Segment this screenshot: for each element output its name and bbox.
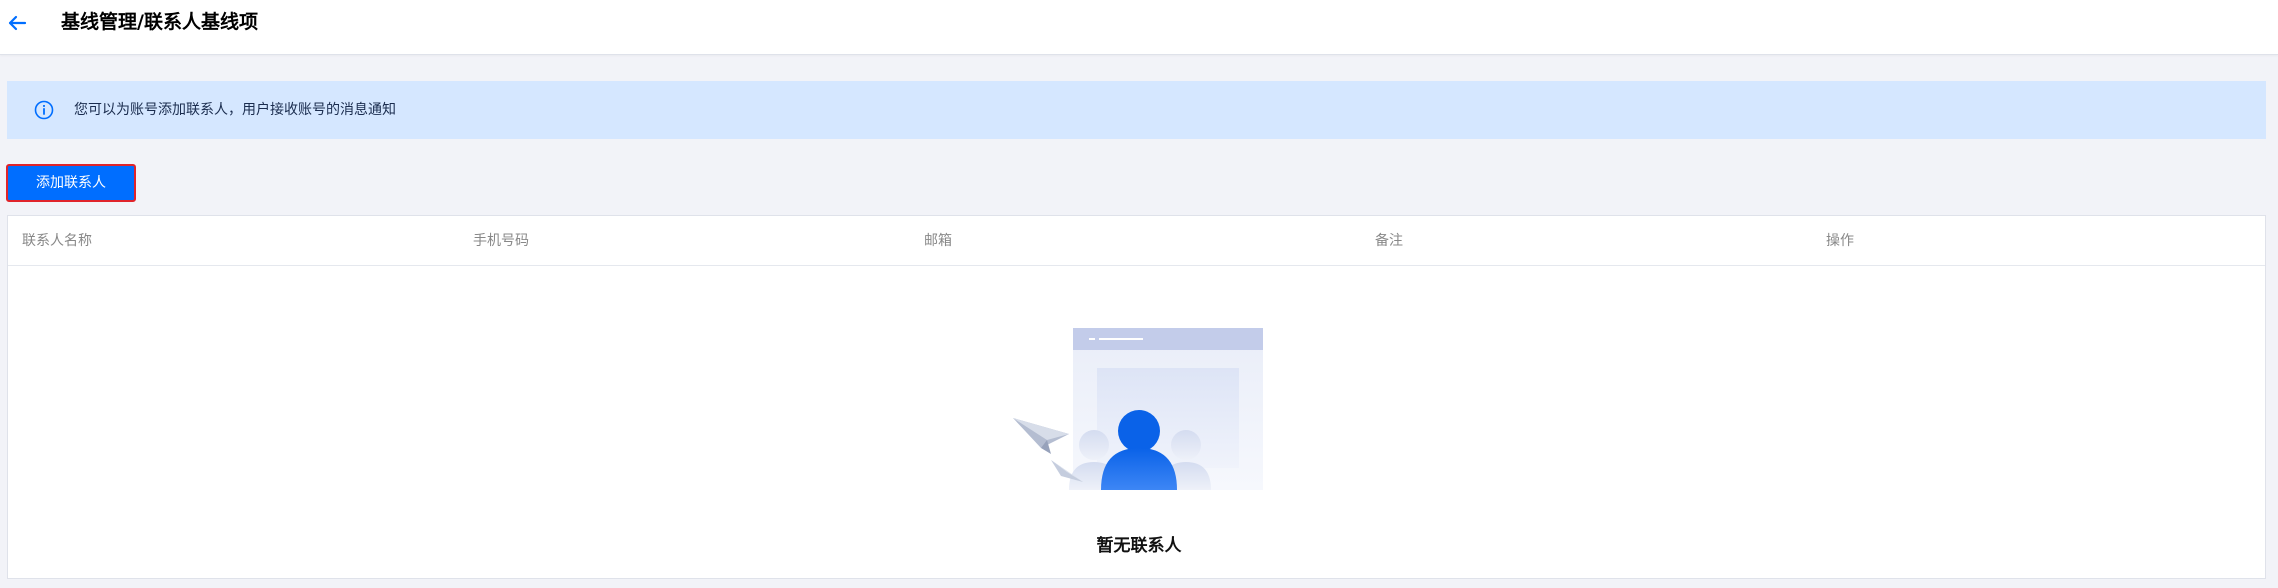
empty-state-text: 暂无联系人	[1096, 536, 1182, 556]
column-header-actions[interactable]: 操作	[1826, 230, 1854, 252]
column-header-contact-name[interactable]: 联系人名称	[22, 230, 92, 252]
table-header: 联系人名称 手机号码 邮箱 备注 操作	[8, 216, 2265, 266]
info-notice: 您可以为账号添加联系人，用户接收账号的消息通知	[7, 81, 2266, 139]
arrow-left-icon	[8, 15, 27, 31]
page-title: 基线管理/联系人基线项	[61, 11, 258, 33]
info-icon	[34, 100, 54, 120]
back-button[interactable]	[4, 10, 30, 36]
column-header-email[interactable]: 邮箱	[924, 230, 952, 252]
notice-text: 您可以为账号添加联系人，用户接收账号的消息通知	[74, 102, 396, 118]
column-header-phone[interactable]: 手机号码	[473, 230, 529, 252]
page-header: 基线管理/联系人基线项	[0, 0, 2278, 55]
add-contact-button[interactable]: 添加联系人	[6, 164, 136, 202]
column-header-remark[interactable]: 备注	[1375, 230, 1403, 252]
empty-contacts-illustration	[1013, 328, 1263, 490]
